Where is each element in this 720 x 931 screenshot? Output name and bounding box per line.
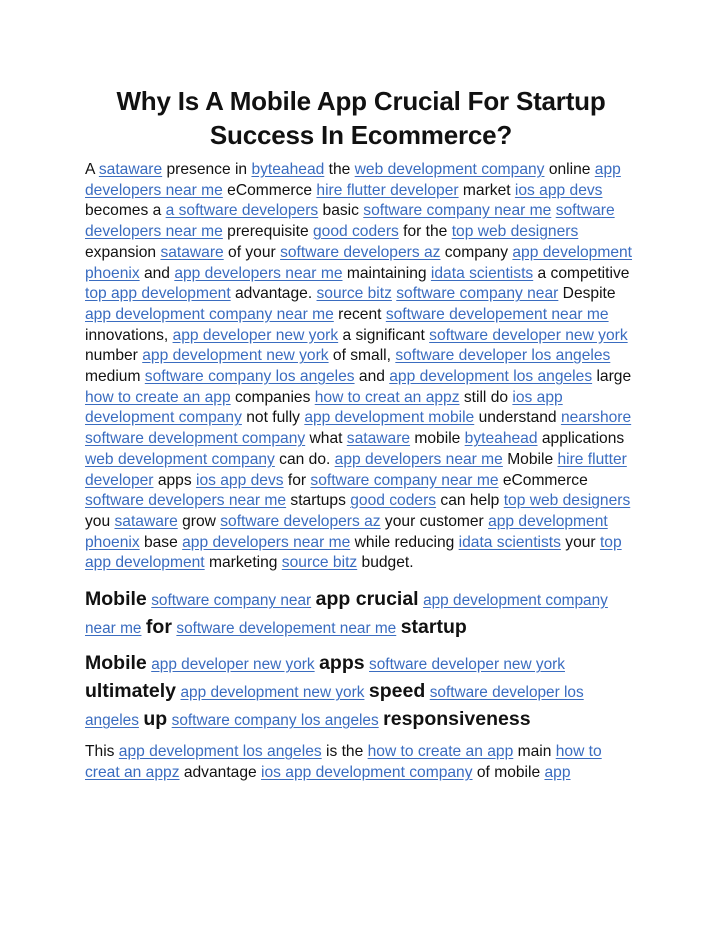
keyword-link[interactable]: source bitz [282,554,357,571]
keyword-link[interactable]: app developers near me [182,534,350,551]
keyword-link[interactable]: software developer los angeles [395,347,610,364]
section-heading: Mobile software company near app crucial… [85,586,637,642]
keyword-link[interactable]: ios app devs [515,182,603,199]
keyword-link[interactable]: app development mobile [304,409,474,426]
keyword-link[interactable]: software developer new york [429,327,628,344]
keyword-link[interactable]: how to create an app [85,389,231,406]
keyword-link[interactable]: software company los angeles [145,368,355,385]
keyword-link[interactable]: byteahead [251,161,324,178]
keyword-link[interactable]: idata scientists [459,534,561,551]
keyword-link[interactable]: app [544,764,570,781]
heading-text: ultimately [85,680,177,703]
keyword-link[interactable]: ios app development company [261,764,473,781]
body-paragraph: A sataware presence in byteahead the web… [85,161,633,572]
heading-text: responsiveness [383,708,531,731]
keyword-link[interactable]: web development company [355,161,545,178]
keyword-link[interactable]: app development company near me [85,306,334,323]
keyword-link[interactable]: software developers az [280,244,440,261]
document-body: A sataware presence in byteahead the web… [85,160,637,783]
keyword-link[interactable]: sataware [347,430,410,447]
document-page: Why Is A Mobile App Crucial For Startup … [85,84,637,795]
keyword-link[interactable]: app development new york [180,684,364,701]
keyword-link[interactable]: how to creat an appz [315,389,460,406]
keyword-link[interactable]: hire flutter developer [316,182,458,199]
keyword-link[interactable]: a software developers [166,202,319,219]
keyword-link[interactable]: good coders [350,492,436,509]
keyword-link[interactable]: good coders [313,223,399,240]
keyword-link[interactable]: software developement near me [176,620,396,637]
heading-text: app crucial [315,588,419,611]
keyword-link[interactable]: ios app devs [196,472,284,489]
keyword-link[interactable]: software company near me [363,202,551,219]
keyword-link[interactable]: web development company [85,451,275,468]
section-heading: Mobile app developer new york apps softw… [85,650,637,734]
heading-text: Mobile [85,652,147,675]
body-paragraph: This app development los angeles is the … [85,743,602,781]
keyword-link[interactable]: top web designers [452,223,579,240]
document-title: Why Is A Mobile App Crucial For Startup … [116,86,606,150]
keyword-link[interactable]: software developers az [220,513,380,530]
heading-text: up [143,708,168,731]
keyword-link[interactable]: software developers near me [85,492,286,509]
keyword-link[interactable]: idata scientists [431,265,533,282]
heading-text: Mobile [85,588,147,611]
keyword-link[interactable]: app development los angeles [389,368,592,385]
keyword-link[interactable]: top app development [85,285,231,302]
keyword-link[interactable]: software company near [151,592,311,609]
keyword-link[interactable]: software developer new york [369,656,565,673]
keyword-link[interactable]: source bitz [317,285,392,302]
keyword-link[interactable]: how to create an app [368,743,514,760]
keyword-link[interactable]: sataware [160,244,223,261]
keyword-link[interactable]: app developers near me [174,265,342,282]
keyword-link[interactable]: sataware [99,161,162,178]
keyword-link[interactable]: software company los angeles [172,712,379,729]
keyword-link[interactable]: software company near [396,285,558,302]
keyword-link[interactable]: sataware [114,513,177,530]
keyword-link[interactable]: app development los angeles [119,743,322,760]
heading-text: startup [400,616,467,639]
keyword-link[interactable]: app development new york [142,347,328,364]
heading-text: apps [319,652,365,675]
keyword-link[interactable]: top web designers [504,492,631,509]
heading-text: for [145,616,172,639]
keyword-link[interactable]: app developers near me [335,451,503,468]
heading-text: speed [368,680,426,703]
keyword-link[interactable]: app developer new york [173,327,339,344]
keyword-link[interactable]: software developement near me [386,306,609,323]
keyword-link[interactable]: software company near me [310,472,498,489]
keyword-link[interactable]: byteahead [465,430,538,447]
keyword-link[interactable]: app developer new york [151,656,314,673]
